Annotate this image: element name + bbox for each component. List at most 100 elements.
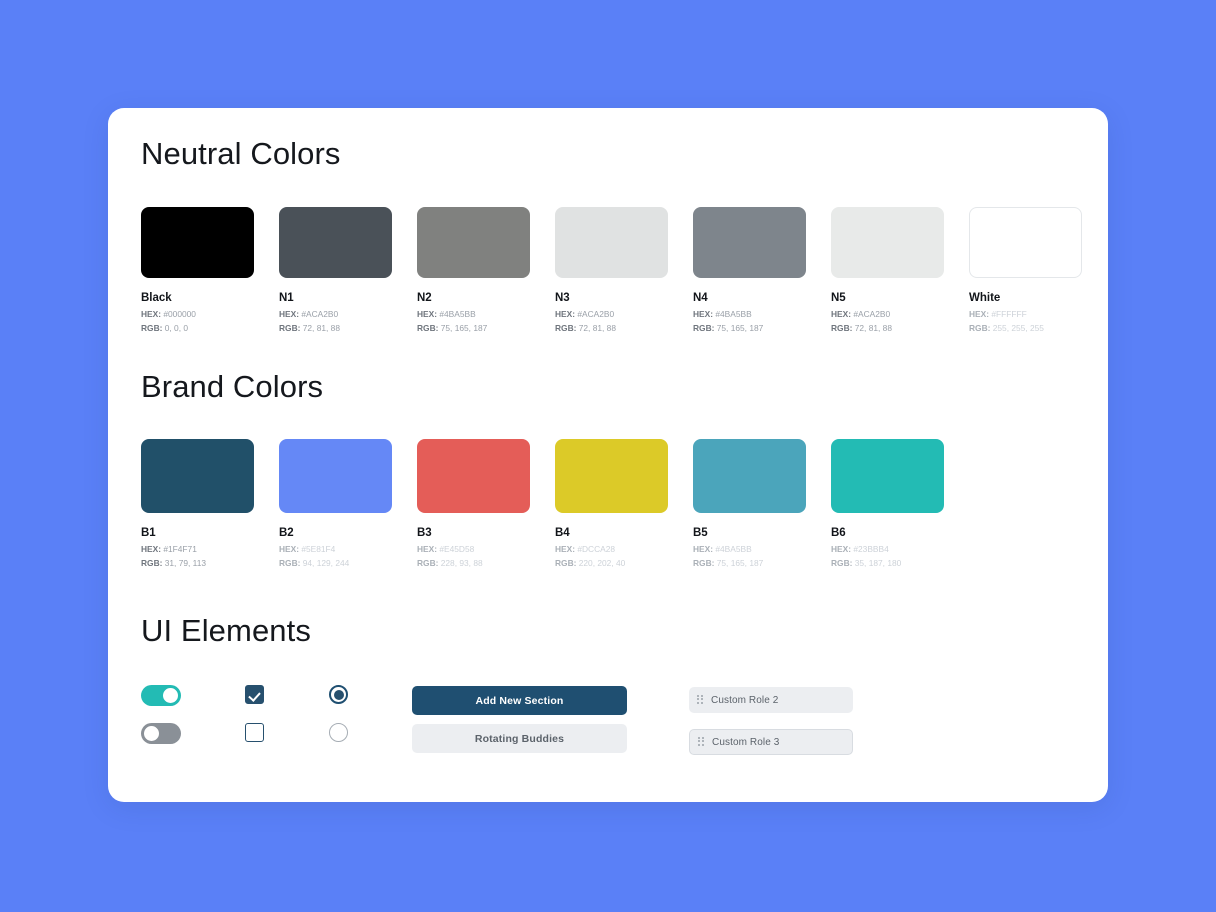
radio-button-unselected[interactable]	[329, 723, 348, 742]
swatch-name: N1	[279, 292, 294, 304]
swatch-name: N3	[555, 292, 570, 304]
hex-key: HEX:	[693, 308, 714, 319]
swatch-chip[interactable]	[141, 439, 254, 513]
swatch-name: B5	[693, 527, 708, 539]
custom-role-item[interactable]: Custom Role 2	[689, 687, 853, 713]
rgb-key: RGB:	[555, 323, 577, 334]
toggle-knob	[163, 688, 178, 703]
swatch-hex: HEX: #ACA2B0	[279, 309, 392, 320]
swatch-chip[interactable]	[279, 439, 392, 513]
swatch-chip[interactable]	[417, 439, 530, 513]
hex-key: HEX:	[417, 308, 438, 319]
swatch-chip[interactable]	[555, 207, 668, 278]
rgb-value: 31, 79, 113	[164, 558, 207, 569]
swatch-chip[interactable]	[969, 207, 1082, 278]
section-title-neutral-colors: Neutral Colors	[141, 136, 341, 171]
hex-value: #1F4F71	[163, 543, 197, 554]
hex-value: #ACA2B0	[301, 308, 339, 319]
rgb-key: RGB:	[555, 558, 577, 569]
custom-role-item[interactable]: Custom Role 3	[689, 729, 853, 755]
style-guide-card: Neutral Colors Black HEX: #000000 RGB: 0…	[108, 108, 1108, 802]
hex-value: #E45D58	[439, 543, 475, 554]
color-swatch: White HEX: #FFFFFF RGB: 255, 255, 255	[969, 207, 1082, 335]
toggle-knob	[144, 726, 159, 741]
swatch-hex: HEX: #FFFFFF	[969, 309, 1082, 320]
radio-unselected-wrapper	[329, 723, 348, 742]
hex-value: #DCCA28	[577, 543, 616, 554]
swatch-name: N2	[417, 292, 432, 304]
rgb-key: RGB:	[831, 323, 853, 334]
color-swatch: B6 HEX: #23BBB4 RGB: 35, 187, 180	[831, 439, 944, 570]
swatch-chip[interactable]	[555, 439, 668, 513]
color-swatch: B4 HEX: #DCCA28 RGB: 220, 202, 40	[555, 439, 668, 570]
rgb-key: RGB:	[831, 558, 853, 569]
hex-key: HEX:	[969, 308, 990, 319]
swatch-chip[interactable]	[279, 207, 392, 278]
toggle-off-wrapper	[141, 723, 181, 744]
swatch-chip[interactable]	[831, 439, 944, 513]
toggle-switch-on[interactable]	[141, 685, 181, 706]
swatch-chip[interactable]	[831, 207, 944, 278]
rgb-key: RGB:	[141, 558, 163, 569]
rgb-value: 75, 165, 187	[440, 323, 488, 334]
rgb-key: RGB:	[969, 323, 991, 334]
swatch-chip[interactable]	[417, 207, 530, 278]
hex-value: #ACA2B0	[853, 308, 891, 319]
swatch-rgb: RGB: 75, 165, 187	[693, 558, 806, 569]
hex-value: #4BA5BB	[439, 308, 476, 319]
page-root: Neutral Colors Black HEX: #000000 RGB: 0…	[0, 0, 1216, 912]
color-swatch: N3 HEX: #ACA2B0 RGB: 72, 81, 88	[555, 207, 668, 335]
color-swatch: N4 HEX: #4BA5BB RGB: 75, 165, 187	[693, 207, 806, 335]
hex-value: #4BA5BB	[715, 543, 752, 554]
swatch-hex: HEX: #5E81F4	[279, 544, 392, 555]
hex-value: #FFFFFF	[991, 308, 1027, 319]
swatch-rgb: RGB: 94, 129, 244	[279, 558, 392, 569]
checkbox-unchecked[interactable]	[245, 723, 264, 742]
rgb-value: 0, 0, 0	[164, 323, 189, 334]
swatch-name: B6	[831, 527, 846, 539]
rgb-value: 72, 81, 88	[854, 323, 892, 334]
swatch-hex: HEX: #4BA5BB	[693, 544, 806, 555]
drag-handle-icon[interactable]	[698, 736, 704, 748]
swatch-rgb: RGB: 72, 81, 88	[279, 323, 392, 334]
swatch-rgb: RGB: 220, 202, 40	[555, 558, 668, 569]
rgb-key: RGB:	[693, 323, 715, 334]
rgb-value: 35, 187, 180	[854, 558, 902, 569]
custom-role-label: Custom Role 2	[711, 694, 779, 706]
radio-button-selected[interactable]	[329, 685, 348, 704]
swatch-chip[interactable]	[141, 207, 254, 278]
checkbox-checked[interactable]	[245, 685, 264, 704]
toggle-switch-off[interactable]	[141, 723, 181, 744]
swatch-rgb: RGB: 35, 187, 180	[831, 558, 944, 569]
swatch-chip[interactable]	[693, 207, 806, 278]
swatch-name: B2	[279, 527, 294, 539]
swatch-hex: HEX: #23BBB4	[831, 544, 944, 555]
hex-value: #4BA5BB	[715, 308, 752, 319]
swatch-name: N5	[831, 292, 846, 304]
checkbox-checked-wrapper	[245, 685, 264, 704]
swatch-hex: HEX: #DCCA28	[555, 544, 668, 555]
swatch-hex: HEX: #4BA5BB	[417, 309, 530, 320]
neutral-colors-grid: Black HEX: #000000 RGB: 0, 0, 0 N1 HEX: …	[141, 207, 1082, 335]
drag-handle-icon[interactable]	[697, 694, 703, 706]
checkbox-unchecked-wrapper	[245, 723, 264, 742]
hex-value: #23BBB4	[853, 543, 889, 554]
rotating-buddies-button[interactable]: Rotating Buddies	[412, 724, 627, 753]
hex-value: #ACA2B0	[577, 308, 615, 319]
hex-key: HEX:	[831, 543, 852, 554]
swatch-name: B4	[555, 527, 570, 539]
color-swatch: B2 HEX: #5E81F4 RGB: 94, 129, 244	[279, 439, 392, 570]
rgb-key: RGB:	[279, 323, 301, 334]
rgb-key: RGB:	[141, 323, 163, 334]
add-new-section-button[interactable]: Add New Section	[412, 686, 627, 715]
rgb-key: RGB:	[417, 323, 439, 334]
rgb-value: 94, 129, 244	[302, 558, 350, 569]
hex-key: HEX:	[555, 308, 576, 319]
hex-key: HEX:	[417, 543, 438, 554]
color-swatch: B3 HEX: #E45D58 RGB: 228, 93, 88	[417, 439, 530, 570]
swatch-chip[interactable]	[693, 439, 806, 513]
rgb-key: RGB:	[693, 558, 715, 569]
swatch-name: N4	[693, 292, 708, 304]
rgb-key: RGB:	[279, 558, 301, 569]
hex-key: HEX:	[555, 543, 576, 554]
